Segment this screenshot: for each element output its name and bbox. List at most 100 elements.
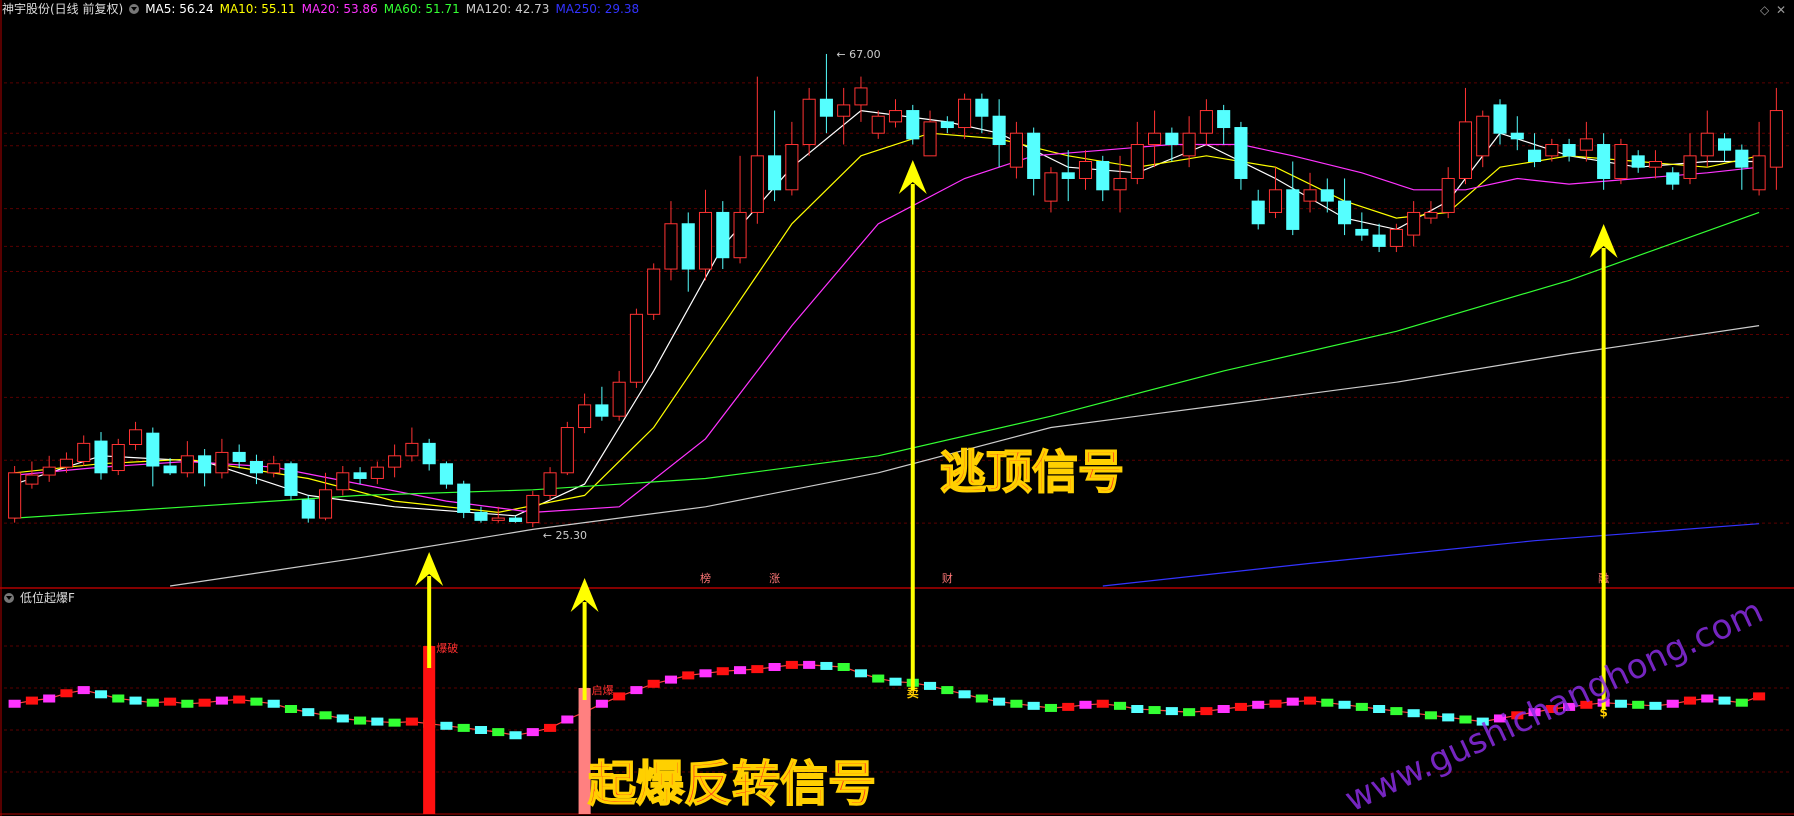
candle <box>1648 150 1663 179</box>
indicator-block <box>1079 700 1092 709</box>
candle-body <box>958 98 972 129</box>
ma-line-ma20 <box>14 143 1760 514</box>
indicator-block <box>664 675 678 684</box>
event-tag: 涨 <box>769 572 780 585</box>
indicator-dropdown-icon[interactable] <box>4 593 14 603</box>
candle-body <box>25 474 39 485</box>
candle-body <box>1510 132 1524 140</box>
candle <box>370 461 384 485</box>
diamond-icon[interactable]: ◇ <box>1760 3 1769 17</box>
indicator-block <box>25 696 38 705</box>
candle <box>1562 138 1576 162</box>
candle-body <box>819 98 833 117</box>
candle-body <box>146 432 160 467</box>
candle <box>318 472 333 521</box>
indicator-block <box>941 686 954 695</box>
candle-body <box>578 404 592 429</box>
annotation-escape-top: 逃顶信号 <box>940 445 1124 499</box>
candle-body <box>664 223 678 270</box>
indicator-block <box>1131 705 1144 713</box>
indicator-block <box>457 723 470 732</box>
candle-body <box>975 98 989 117</box>
indicator-block <box>146 698 159 707</box>
event-tag: 财 <box>942 571 953 585</box>
candle <box>923 110 937 157</box>
candle <box>750 76 764 224</box>
candle-body <box>370 466 384 479</box>
candle <box>1286 161 1300 236</box>
candle-body <box>1096 161 1110 191</box>
candle-body <box>1182 132 1196 157</box>
indicator-block <box>43 694 56 703</box>
candle-body <box>1044 172 1058 202</box>
indicator-block <box>1027 701 1040 710</box>
indicator-block <box>1062 702 1075 711</box>
indicator-title[interactable]: 低位起爆F <box>20 591 75 605</box>
candle-body <box>232 451 246 462</box>
signal-bar-label: 启爆 <box>592 683 614 697</box>
candle-body <box>1752 155 1766 191</box>
indicator-block <box>440 721 453 730</box>
candle-body <box>1061 172 1075 179</box>
indicator-block <box>1010 699 1023 708</box>
candle <box>1061 150 1075 202</box>
indicator-block <box>112 694 125 703</box>
indicator-block <box>1338 700 1351 709</box>
candle-body <box>1303 189 1317 202</box>
candle <box>8 466 22 523</box>
candle-body <box>1718 138 1732 151</box>
event-tag: 榜 <box>700 571 711 585</box>
candle <box>819 53 833 134</box>
candle-body <box>1424 211 1438 219</box>
indicator-block <box>8 699 21 708</box>
dropdown-icon[interactable] <box>129 4 140 14</box>
indicator-block <box>1390 707 1403 716</box>
indicator-block <box>785 660 798 669</box>
indicator-block <box>198 698 211 707</box>
candle <box>1217 104 1231 145</box>
indicator-block <box>1234 702 1247 711</box>
candle-body <box>457 483 471 513</box>
candle <box>1009 121 1023 179</box>
candle <box>958 93 972 139</box>
candle-body <box>388 455 402 468</box>
candle <box>508 515 523 523</box>
candle-body <box>768 155 782 191</box>
candle-body <box>77 442 91 462</box>
indicator-block <box>993 697 1006 706</box>
candle <box>198 449 212 487</box>
candle-body <box>1268 189 1283 213</box>
candle <box>1700 110 1714 168</box>
stock-title[interactable]: 神宇股份(日线 前复权) <box>2 2 123 16</box>
candle-body <box>1648 161 1663 168</box>
indicator-block <box>837 663 850 671</box>
low-price-label: ← 25.30 <box>543 529 587 542</box>
candle-body <box>1389 228 1403 247</box>
indicator-block <box>1303 696 1317 705</box>
indicator-block <box>561 715 574 724</box>
candle-body <box>1579 138 1593 151</box>
candle <box>1113 155 1127 213</box>
candle-body <box>1407 211 1421 236</box>
candle-body <box>405 442 419 457</box>
ma20-label: MA20: 53.86 <box>301 2 378 16</box>
candle-body <box>215 451 229 474</box>
candle <box>1251 189 1265 230</box>
signal-bar-label: 爆破 <box>436 641 458 655</box>
candle-body <box>854 87 868 106</box>
signal-arrow <box>1589 224 1618 710</box>
chart-header: 神宇股份(日线 前复权) MA5: 56.24 MA10: 55.11 MA20: 5… <box>2 1 645 17</box>
candle <box>837 87 851 145</box>
candle-body <box>595 404 609 417</box>
candle <box>405 427 419 462</box>
candle-body <box>1528 149 1542 162</box>
indicator-block <box>803 660 816 669</box>
candle <box>128 421 143 451</box>
candle <box>992 99 1006 168</box>
candle-body <box>1320 189 1334 202</box>
annotation-reversal: 起爆反转信号 <box>588 756 876 812</box>
candle <box>146 427 160 487</box>
close-icon[interactable]: ✕ <box>1776 3 1786 17</box>
indicator-block <box>94 690 108 699</box>
candle <box>629 308 643 388</box>
